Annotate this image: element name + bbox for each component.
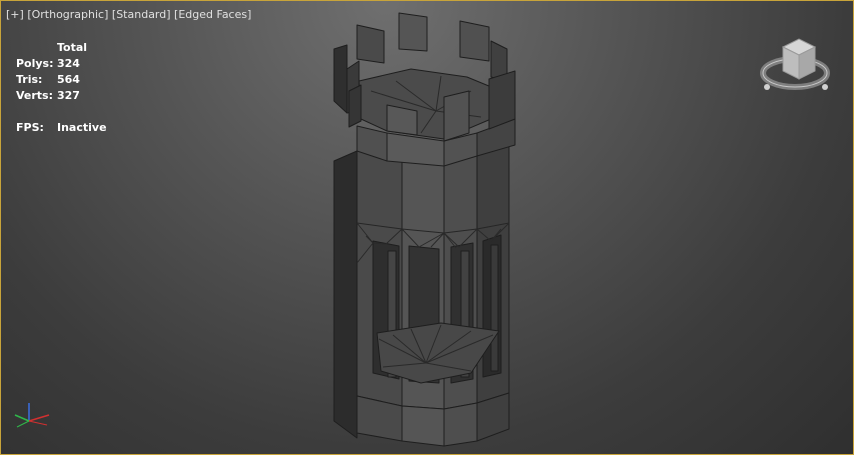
merlon-7: [488, 70, 516, 130]
viewcube-icon[interactable]: [759, 33, 833, 95]
viewport-orthographic[interactable]: [+] [Orthographic] [Standard] [Edged Fac…: [0, 0, 854, 455]
merlon-3: [356, 24, 385, 64]
merlon-10: [348, 84, 362, 128]
merlon-5: [459, 20, 490, 62]
base-face-center: [401, 405, 445, 447]
axis-tripod-icon: [14, 403, 50, 428]
tower-back-left-face: [333, 150, 358, 439]
merlon-9: [443, 90, 470, 142]
crown-floor: [358, 68, 502, 140]
base-face-right: [443, 402, 478, 447]
merlon-4: [398, 12, 428, 52]
tower-model[interactable]: [1, 1, 853, 454]
merlon-1: [333, 44, 348, 114]
